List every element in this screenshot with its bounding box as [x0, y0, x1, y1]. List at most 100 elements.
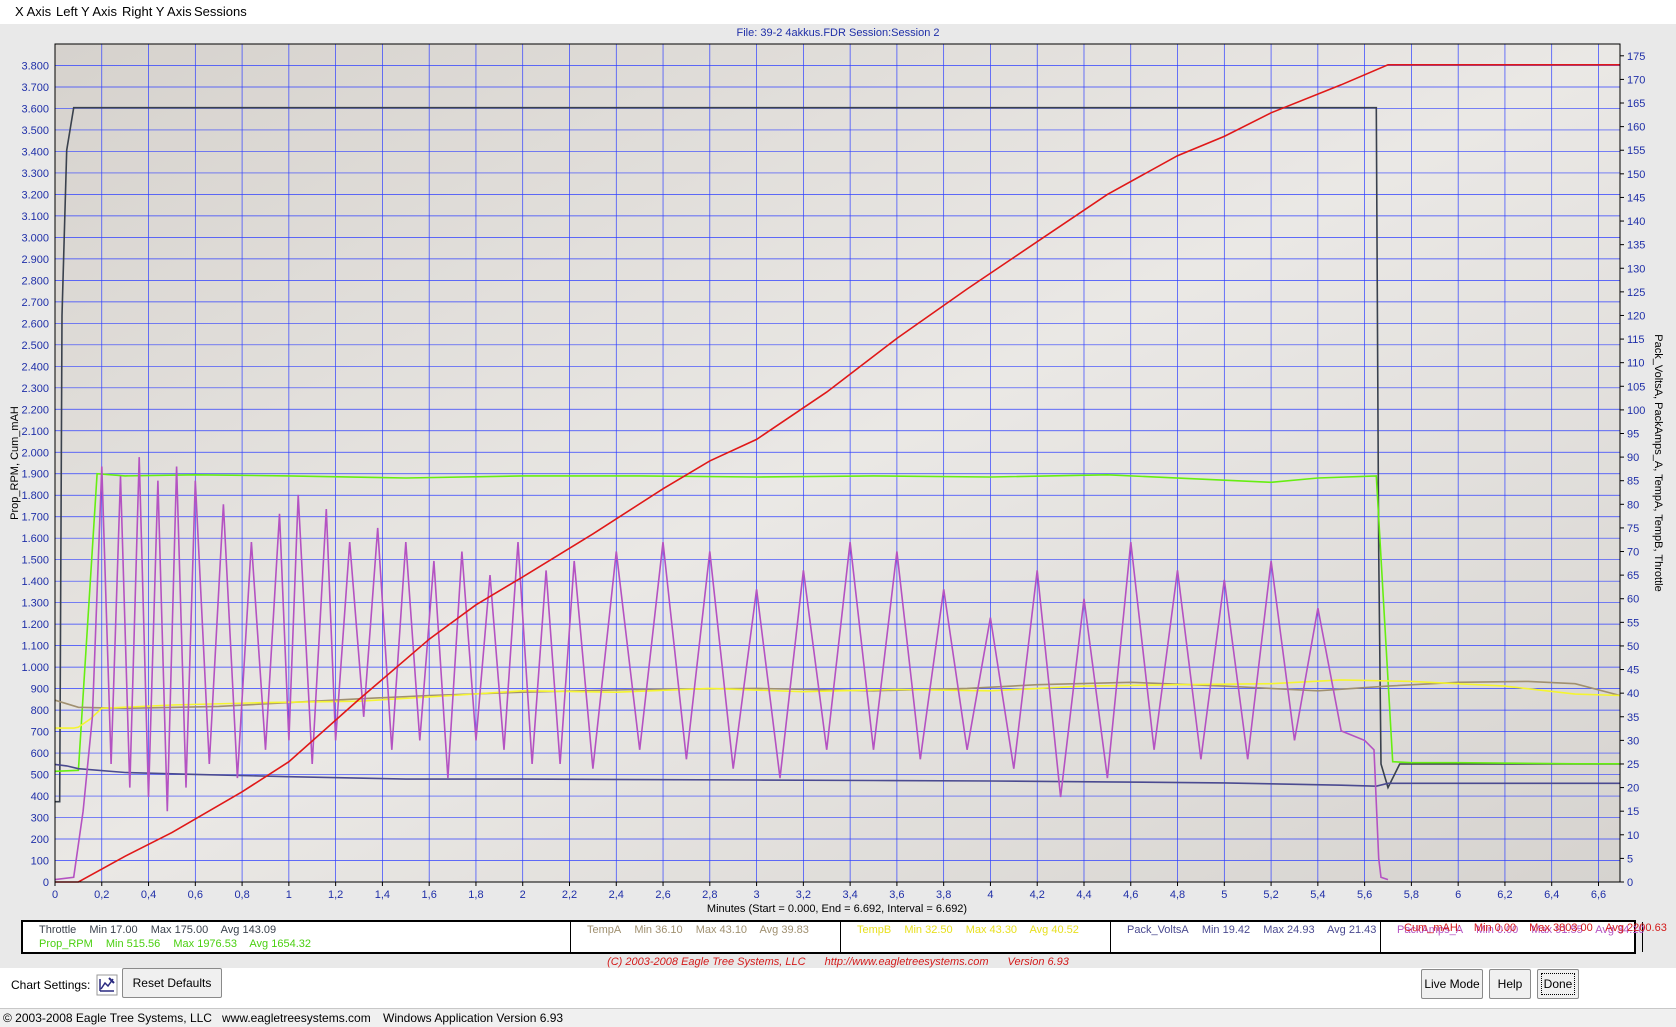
- right-tick-label: 105: [1627, 381, 1645, 393]
- right-tick-label: 85: [1627, 476, 1639, 488]
- left-tick-label: 3.700: [21, 82, 49, 94]
- menu-sessions[interactable]: Sessions: [194, 4, 247, 19]
- right-tick-label: 120: [1627, 310, 1645, 322]
- x-tick-label: 2,6: [655, 889, 670, 901]
- left-tick-label: 800: [31, 705, 49, 717]
- x-tick-label: 1: [286, 889, 292, 901]
- done-button[interactable]: Done: [1537, 969, 1579, 999]
- status-bar: © 2003-2008 Eagle Tree Systems, LLC www.…: [0, 1008, 1676, 1027]
- x-tick-label: 4,4: [1076, 889, 1091, 901]
- left-tick-label: 1.900: [21, 469, 49, 481]
- x-tick-label: 3: [754, 889, 760, 901]
- x-tick-label: 0,6: [188, 889, 203, 901]
- x-tick-label: 1,4: [375, 889, 390, 901]
- x-tick-label: 5,2: [1263, 889, 1278, 901]
- right-tick-label: 35: [1627, 712, 1639, 724]
- left-y-axis: 0 100 200 300 400 500 600 700 800 900 1.000 1.100 1.…: [21, 60, 49, 889]
- left-tick-label: 3.200: [21, 189, 49, 201]
- x-tick-label: 2,8: [702, 889, 717, 901]
- left-tick-label: 600: [31, 748, 49, 760]
- right-tick-label: 130: [1627, 263, 1645, 275]
- left-tick-label: 1.100: [21, 641, 49, 653]
- right-tick-label: 45: [1627, 665, 1639, 677]
- flight-data-chart[interactable]: File: 39-2 4akkus.FDR Session:Session 2 …: [0, 24, 1676, 920]
- left-tick-label: 3.400: [21, 146, 49, 158]
- legend-cell-tempa: TempA Min 36.10 Max 43.10 Avg 39.83: [571, 922, 841, 952]
- left-tick-label: 2.100: [21, 426, 49, 438]
- x-tick-label: 3,8: [936, 889, 951, 901]
- left-tick-label: 2.200: [21, 404, 49, 416]
- right-tick-label: 20: [1627, 783, 1639, 795]
- right-tick-label: 50: [1627, 641, 1639, 653]
- x-tick-label: 3,6: [889, 889, 904, 901]
- right-y-axis: 0 5 10 15 20 25 30 35 40 45 50 55 60 65 70 75 80 85 90 95 10…: [1620, 51, 1645, 889]
- chart-settings-icon[interactable]: [96, 974, 118, 996]
- right-tick-label: 65: [1627, 570, 1639, 582]
- right-tick-label: 155: [1627, 145, 1645, 157]
- x-tick-label: 2: [520, 889, 526, 901]
- left-tick-label: 400: [31, 791, 49, 803]
- x-axis-label: Minutes (Start = 0.000, End = 6.692, Int…: [707, 903, 967, 915]
- legend-cell-pack-volts: Pack_VoltsA Min 19.42 Max 24.93 Avg 21.4…: [1111, 922, 1381, 952]
- right-tick-label: 115: [1627, 334, 1645, 346]
- menu-x-axis[interactable]: X Axis: [15, 4, 51, 19]
- left-tick-label: 1.500: [21, 555, 49, 567]
- left-tick-label: 2.400: [21, 361, 49, 373]
- left-tick-label: 200: [31, 834, 49, 846]
- left-tick-label: 3.000: [21, 232, 49, 244]
- left-tick-label: 300: [31, 813, 49, 825]
- left-tick-label: 3.800: [21, 60, 49, 72]
- live-mode-button[interactable]: Live Mode: [1421, 969, 1483, 999]
- credit-line: (C) 2003-2008 Eagle Tree Systems, LLC ht…: [0, 956, 1676, 968]
- x-tick-label: 6: [1455, 889, 1461, 901]
- left-tick-label: 3.500: [21, 125, 49, 137]
- right-tick-label: 55: [1627, 617, 1639, 629]
- legend-tempa: TempA Min 36.10 Max 43.10 Avg 39.83: [587, 924, 809, 936]
- x-tick-label: 1,8: [468, 889, 483, 901]
- left-tick-label: 2.300: [21, 383, 49, 395]
- legend-throttle: Throttle Min 17.00 Max 175.00 Avg 143.09: [39, 924, 277, 936]
- x-tick-label: 3,4: [842, 889, 857, 901]
- menu-left-y-axis[interactable]: Left Y Axis: [56, 4, 117, 19]
- left-tick-label: 1.200: [21, 619, 49, 631]
- legend-cell-throttle-rpm: Throttle Min 17.00 Max 175.00 Avg 143.09…: [23, 922, 571, 952]
- left-tick-label: 2.700: [21, 297, 49, 309]
- right-tick-label: 135: [1627, 240, 1645, 252]
- left-tick-label: 100: [31, 856, 49, 868]
- x-axis: 0 0,2 0,4 0,6 0,8 1 1,2 1,4 1,6 1,8 2 2,2 2,4 2,6 2,8 3…: [52, 882, 1606, 901]
- x-tick-label: 6,6: [1591, 889, 1606, 901]
- right-tick-label: 15: [1627, 806, 1639, 818]
- left-tick-label: 1.600: [21, 533, 49, 545]
- right-y-axis-label: Pack_VoltsA, PackAmps_A, TempA, TempB, T…: [1652, 334, 1664, 591]
- status-copyright: © 2003-2008 Eagle Tree Systems, LLC: [3, 1011, 212, 1025]
- left-tick-label: 1.700: [21, 512, 49, 524]
- right-tick-label: 110: [1627, 358, 1645, 370]
- menu-right-y-axis[interactable]: Right Y Axis: [122, 4, 192, 19]
- menu-bar: X Axis Left Y Axis Right Y Axis Sessions: [0, 0, 1676, 24]
- credit-url[interactable]: http://www.eagletreesystems.com: [825, 956, 989, 968]
- x-tick-label: 4,8: [1170, 889, 1185, 901]
- left-tick-label: 3.100: [21, 211, 49, 223]
- legend-cell-tempb: TempB Min 32.50 Max 43.30 Avg 40.52: [841, 922, 1111, 952]
- legend-cum-wrap: Cum_mAH: Min 0.00 Max 3803.00 Avg 2200.6…: [1390, 920, 1667, 954]
- x-tick-label: 2,2: [562, 889, 577, 901]
- left-tick-label: 2.900: [21, 254, 49, 266]
- status-version: Windows Application Version 6.93: [383, 1011, 564, 1025]
- help-button[interactable]: Help: [1489, 969, 1531, 999]
- x-tick-label: 6,4: [1544, 889, 1559, 901]
- x-tick-label: 5,8: [1404, 889, 1419, 901]
- left-tick-label: 3.600: [21, 103, 49, 115]
- left-tick-label: 700: [31, 727, 49, 739]
- x-tick-label: 5: [1221, 889, 1227, 901]
- right-tick-label: 5: [1627, 853, 1633, 865]
- reset-defaults-button[interactable]: Reset Defaults: [122, 968, 222, 998]
- right-tick-label: 175: [1627, 51, 1645, 63]
- left-tick-label: 500: [31, 770, 49, 782]
- legend-prop-rpm: Prop_RPM Min 515.56 Max 1976.53 Avg 1654…: [39, 938, 311, 950]
- right-tick-label: 95: [1627, 428, 1639, 440]
- x-tick-label: 0,4: [141, 889, 156, 901]
- left-tick-label: 2.500: [21, 340, 49, 352]
- right-tick-label: 150: [1627, 169, 1645, 181]
- legend-pack-volts: Pack_VoltsA Min 19.42 Max 24.93 Avg 21.4…: [1127, 924, 1377, 936]
- left-tick-label: 2.000: [21, 447, 49, 459]
